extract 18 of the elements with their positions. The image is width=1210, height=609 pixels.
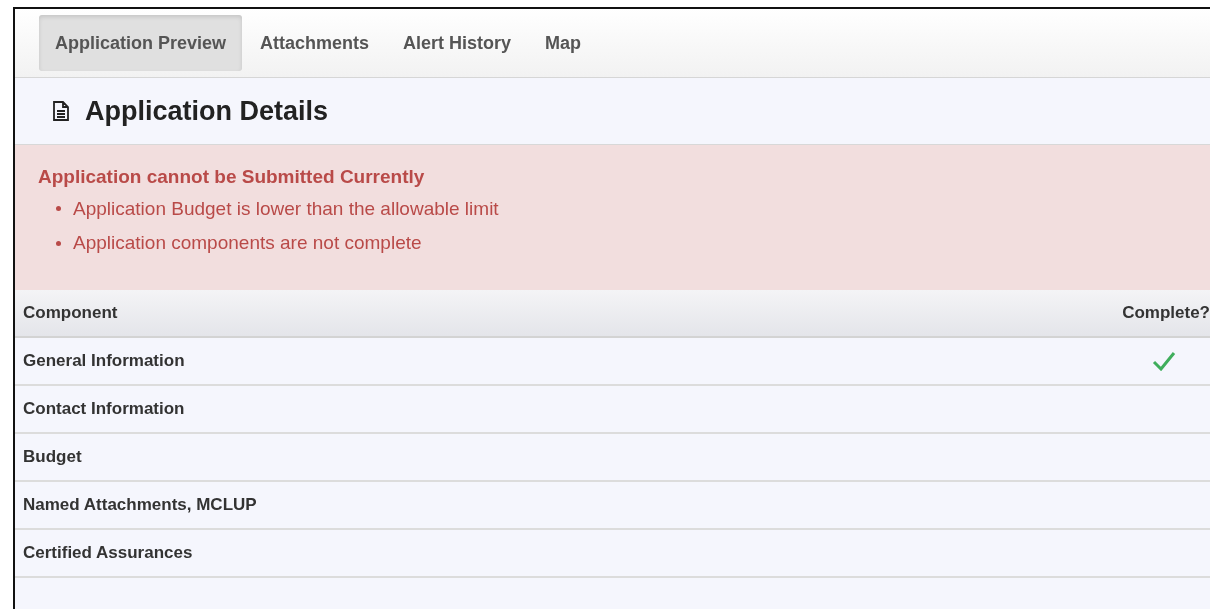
section-title: Application Details xyxy=(85,94,329,128)
document-icon xyxy=(53,101,69,121)
alert-message: Application Budget is lower than the allowable limit xyxy=(73,196,499,221)
alert-message: Application components are not complete xyxy=(73,231,422,255)
table-cell-text: General Information xyxy=(23,350,185,373)
tab[interactable]: Attachments xyxy=(244,15,386,71)
table-cell-text: Certified Assurances xyxy=(23,542,193,565)
table-cell-text: Budget xyxy=(23,446,82,469)
column-header: Component xyxy=(23,302,118,325)
tab[interactable]: Map xyxy=(529,15,598,71)
bullet-icon xyxy=(56,240,61,246)
tab[interactable]: Application Preview xyxy=(39,15,243,71)
tab[interactable]: Alert History xyxy=(387,15,528,71)
bullet-icon xyxy=(56,206,61,212)
alert-title: Application cannot be Submitted Currently xyxy=(38,165,426,189)
table-cell-text: Contact Information xyxy=(23,398,185,421)
column-header: Complete? xyxy=(1122,302,1210,325)
table-cell-text: Named Attachments, MCLUP xyxy=(23,494,257,517)
